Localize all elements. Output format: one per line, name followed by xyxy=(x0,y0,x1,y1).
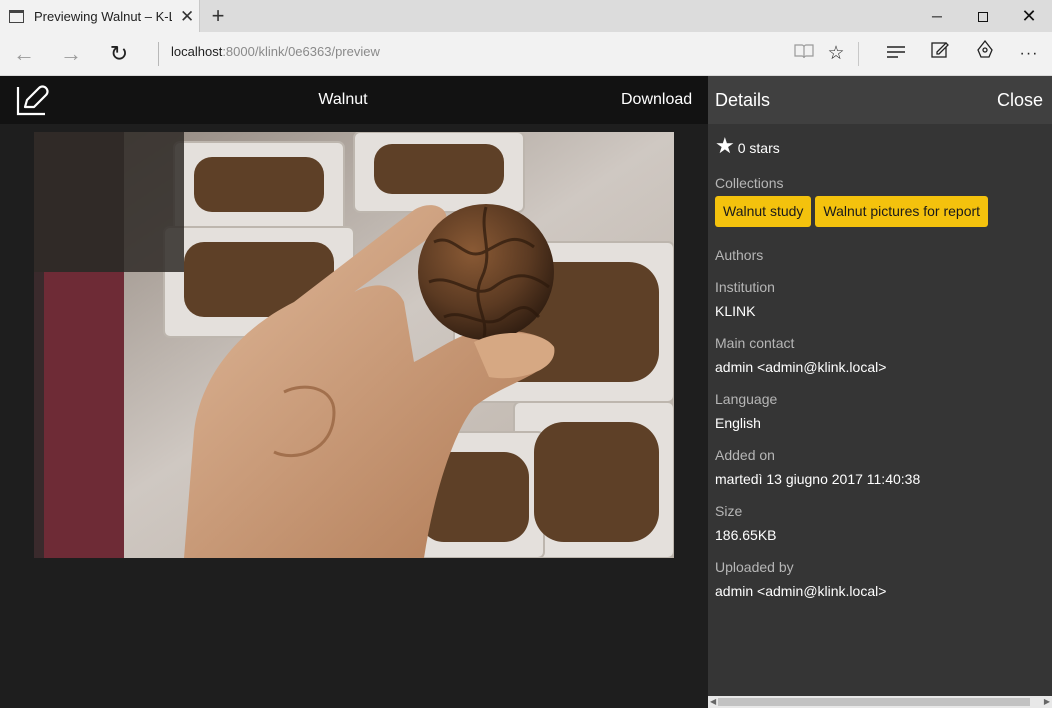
details-panel: ★ 0 stars Collections Walnut study Walnu… xyxy=(708,124,1052,696)
institution-label: Institution xyxy=(715,279,775,295)
address-bar[interactable]: localhost:8000/klink/0e6363/preview xyxy=(171,44,380,59)
preview-header: Walnut Download xyxy=(0,76,708,124)
page-icon xyxy=(9,9,24,23)
browser-titlebar: Previewing Walnut – K-Link ✕ + ─ ✕ xyxy=(0,0,1052,32)
more-icon[interactable]: ··· xyxy=(1013,38,1045,70)
forward-icon[interactable]: → xyxy=(55,38,87,70)
details-horizontal-scrollbar[interactable]: ◀ ▶ xyxy=(708,696,1052,708)
uploaded-by-label: Uploaded by xyxy=(715,559,794,575)
new-tab-button[interactable]: + xyxy=(207,3,229,29)
browser-tab[interactable]: Previewing Walnut – K-Link ✕ xyxy=(0,0,200,32)
address-path: :8000/klink/0e6363/preview xyxy=(222,44,380,59)
hub-icon[interactable] xyxy=(880,38,912,70)
added-on-label: Added on xyxy=(715,447,775,463)
scroll-left-icon[interactable]: ◀ xyxy=(710,696,716,708)
scroll-right-icon[interactable]: ▶ xyxy=(1044,696,1050,708)
back-icon[interactable]: ← xyxy=(8,38,40,70)
share-icon[interactable] xyxy=(969,38,1001,70)
main-contact-label: Main contact xyxy=(715,335,795,351)
authors-label: Authors xyxy=(715,247,764,263)
star-rating[interactable]: ★ 0 stars xyxy=(715,135,780,157)
refresh-icon[interactable]: ↻ xyxy=(103,38,135,70)
maximize-button[interactable] xyxy=(960,0,1006,32)
preview-area xyxy=(0,124,708,708)
added-on-value: martedì 13 giugno 2017 11:40:38 xyxy=(715,471,921,487)
address-host: localhost xyxy=(171,44,223,59)
tab-title: Previewing Walnut – K-Link xyxy=(34,8,172,24)
collections-list: Walnut study Walnut pictures for report xyxy=(715,196,989,227)
document-title: Walnut xyxy=(318,91,368,108)
scrollbar-thumb[interactable] xyxy=(718,698,1030,706)
star-icon[interactable]: ★ xyxy=(715,135,735,157)
size-value: 186.65KB xyxy=(715,527,777,543)
window-close-button[interactable]: ✕ xyxy=(1006,0,1052,32)
collections-label: Collections xyxy=(715,175,784,191)
stars-count: 0 stars xyxy=(737,140,780,156)
main-contact-value: admin <admin@klink.local> xyxy=(715,359,887,375)
web-note-icon[interactable] xyxy=(924,38,956,70)
collection-chip[interactable]: Walnut study xyxy=(715,196,812,227)
reading-view-icon[interactable] xyxy=(788,38,820,70)
details-close-button[interactable]: Close xyxy=(997,90,1043,111)
collection-chip[interactable]: Walnut pictures for report xyxy=(815,196,989,227)
maximize-icon xyxy=(978,12,988,23)
favorite-star-icon[interactable]: ☆ xyxy=(820,38,852,70)
address-divider xyxy=(158,42,159,66)
browser-toolbar: ← → ↻ localhost:8000/klink/0e6363/previe… xyxy=(0,32,1052,76)
institution-value: KLINK xyxy=(715,303,756,319)
size-label: Size xyxy=(715,503,743,519)
minimize-button[interactable]: ─ xyxy=(914,0,960,32)
tab-close-icon[interactable]: ✕ xyxy=(180,8,194,25)
language-label: Language xyxy=(715,391,778,407)
download-button[interactable]: Download xyxy=(621,91,692,109)
toolbar-divider xyxy=(858,42,859,66)
uploaded-by-value: admin <admin@klink.local> xyxy=(715,583,887,599)
details-header: Details Close xyxy=(708,76,1052,124)
language-value: English xyxy=(715,415,761,431)
preview-image xyxy=(34,132,674,558)
details-title: Details xyxy=(715,90,771,110)
